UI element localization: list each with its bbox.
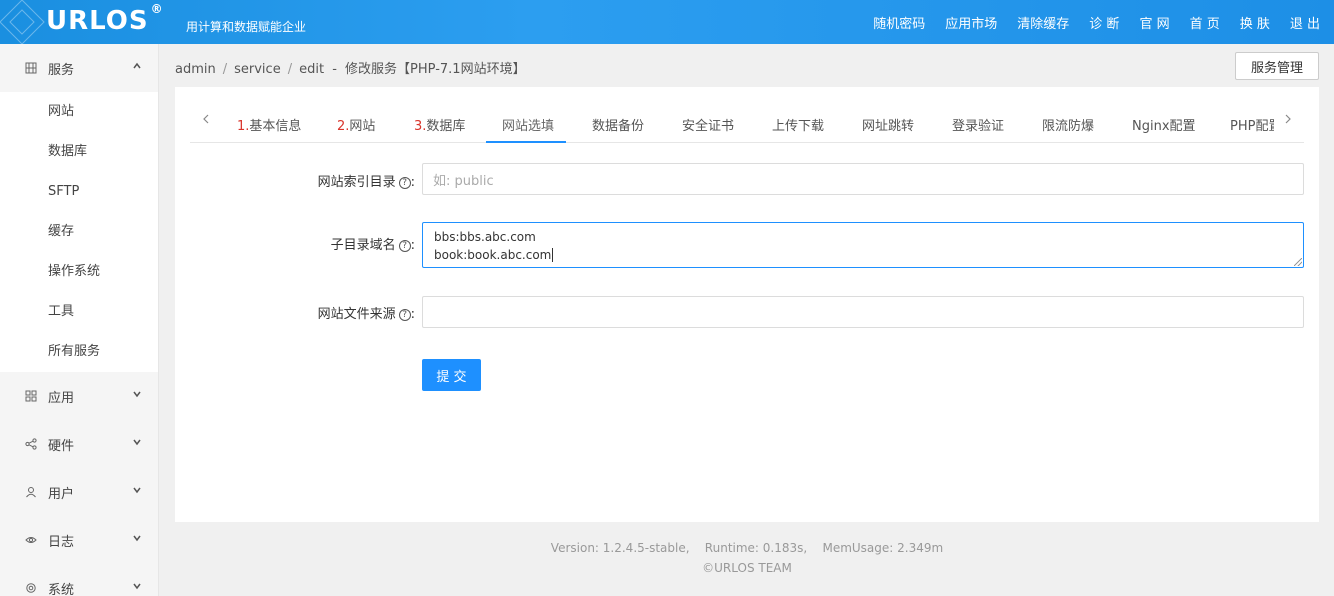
- chevron-down-icon: [132, 437, 142, 450]
- sidebar-item-tools[interactable]: 工具: [0, 292, 158, 332]
- chevron-down-icon: [132, 533, 142, 546]
- footer-version: Version: 1.2.4.5-stable, Runtime: 0.183s…: [550, 541, 944, 555]
- apps-icon: [24, 389, 38, 403]
- grid-icon: [24, 61, 38, 75]
- nav-home[interactable]: 首 页: [1190, 13, 1220, 32]
- sidebar-group-label: 日志: [48, 534, 75, 550]
- tab-nginx-config[interactable]: Nginx配置: [1132, 115, 1196, 134]
- tab-upload-download[interactable]: 上传下载: [772, 115, 824, 134]
- subdomain-line: bbs:bbs.abc.com: [434, 230, 536, 244]
- help-icon[interactable]: ?: [398, 308, 411, 321]
- tab-rate-limit[interactable]: 限流防爆: [1042, 115, 1094, 134]
- help-icon[interactable]: ?: [398, 176, 411, 189]
- sidebar-group-hardware[interactable]: 硬件: [0, 420, 158, 468]
- nav-skin[interactable]: 换 肤: [1240, 13, 1270, 32]
- sidebar-group-label: 用户: [48, 486, 75, 502]
- nav-logout[interactable]: 退 出: [1290, 13, 1320, 32]
- resize-handle-icon[interactable]: [1294, 258, 1302, 266]
- settings-icon: [24, 581, 38, 595]
- tab-website[interactable]: 2.网站: [337, 115, 375, 134]
- slogan: 用计算和数据赋能企业: [186, 20, 307, 34]
- tab-ssl-cert[interactable]: 安全证书: [682, 115, 734, 134]
- sidebar-group-label: 服务: [48, 62, 75, 78]
- sidebar-item-os[interactable]: 操作系统: [0, 252, 158, 292]
- logo[interactable]: URLOS ®: [46, 2, 163, 36]
- tab-login-auth[interactable]: 登录验证: [952, 115, 1004, 134]
- top-nav: 随机密码 应用市场 清除缓存 诊 断 官 网 首 页 换 肤 退 出: [853, 0, 1320, 44]
- chevron-down-icon: [132, 389, 142, 402]
- tab-next-icon[interactable]: [1284, 113, 1292, 127]
- breadcrumb-service[interactable]: service: [234, 62, 281, 77]
- sidebar-group-system[interactable]: 系统: [0, 564, 158, 596]
- index-dir-placeholder: 如: public: [433, 173, 494, 189]
- source-input[interactable]: [422, 296, 1304, 328]
- share-icon: [24, 437, 38, 451]
- page-title: 修改服务【PHP-7.1网站环境】: [345, 62, 526, 77]
- breadcrumb: admin / service / edit - 修改服务【PHP-7.1网站环境】: [175, 62, 526, 77]
- sidebar-group-users[interactable]: 用户: [0, 468, 158, 516]
- active-tab-indicator: [486, 141, 566, 143]
- chevron-up-icon: [132, 61, 142, 74]
- nav-clear-cache[interactable]: 清除缓存: [1017, 13, 1069, 32]
- tab-data-backup[interactable]: 数据备份: [592, 115, 644, 134]
- tab-prev-icon[interactable]: [202, 113, 210, 127]
- sidebar-item-sftp[interactable]: SFTP: [0, 172, 158, 212]
- nav-official-site[interactable]: 官 网: [1139, 13, 1169, 32]
- help-icon[interactable]: ?: [398, 239, 411, 252]
- tab-database[interactable]: 3.数据库: [414, 115, 465, 134]
- top-header: URLOS ® 用计算和数据赋能企业 随机密码 应用市场 清除缓存 诊 断 官 网…: [0, 0, 1334, 44]
- sidebar-group-label: 应用: [48, 390, 75, 406]
- sidebar-item-database[interactable]: 数据库: [0, 132, 158, 172]
- sidebar: 服务 网站 数据库 SFTP 缓存 操作系统 工具 所有服务 应用 硬件 用户 …: [0, 44, 159, 596]
- sidebar-item-all-services[interactable]: 所有服务: [0, 332, 158, 372]
- subdomain-label: 子目录域名?:: [330, 238, 415, 253]
- tab-url-redirect[interactable]: 网址跳转: [862, 115, 914, 134]
- sidebar-group-logs[interactable]: 日志: [0, 516, 158, 564]
- nav-random-password[interactable]: 随机密码: [873, 13, 925, 32]
- main-card: 1.基本信息 2.网站 3.数据库 网站选填 数据备份 安全证书 上传下载 网址…: [175, 87, 1319, 522]
- subdomain-line: book:book.abc.com: [434, 248, 554, 262]
- source-label: 网站文件来源?:: [317, 307, 415, 322]
- breadcrumb-dash: -: [332, 62, 337, 77]
- footer: Version: 1.2.4.5-stable, Runtime: 0.183s…: [175, 538, 1319, 578]
- tab-website-optional[interactable]: 网站选填: [502, 115, 554, 134]
- eye-icon: [24, 533, 38, 547]
- sidebar-item-website[interactable]: 网站: [0, 92, 158, 132]
- footer-copyright: ©URLOS TEAM: [702, 561, 792, 575]
- chevron-down-icon: [132, 581, 142, 594]
- submit-button[interactable]: 提 交: [422, 359, 481, 391]
- service-manage-button[interactable]: 服务管理: [1234, 52, 1319, 80]
- sidebar-group-apps[interactable]: 应用: [0, 372, 158, 420]
- index-dir-input[interactable]: 如: public: [422, 163, 1304, 195]
- nav-app-market[interactable]: 应用市场: [945, 13, 997, 32]
- sidebar-group-service[interactable]: 服务: [0, 44, 158, 92]
- tab-php-config[interactable]: PHP配置: [1230, 115, 1274, 134]
- sidebar-item-cache[interactable]: 缓存: [0, 212, 158, 252]
- subdomain-textarea[interactable]: bbs:bbs.abc.com book:book.abc.com: [422, 222, 1304, 268]
- breadcrumb-edit: edit: [299, 62, 325, 77]
- breadcrumb-admin[interactable]: admin: [175, 62, 216, 77]
- sidebar-group-label: 系统: [48, 582, 75, 596]
- user-icon: [24, 485, 38, 499]
- sidebar-group-label: 硬件: [48, 438, 75, 454]
- tab-basic-info[interactable]: 1.基本信息: [237, 115, 301, 134]
- index-dir-label: 网站索引目录?:: [317, 175, 415, 190]
- sidebar-submenu-service: 网站 数据库 SFTP 缓存 操作系统 工具 所有服务: [0, 92, 158, 372]
- chevron-down-icon: [132, 485, 142, 498]
- tab-bar: 1.基本信息 2.网站 3.数据库 网站选填 数据备份 安全证书 上传下载 网址…: [190, 101, 1304, 143]
- nav-diagnose[interactable]: 诊 断: [1089, 13, 1119, 32]
